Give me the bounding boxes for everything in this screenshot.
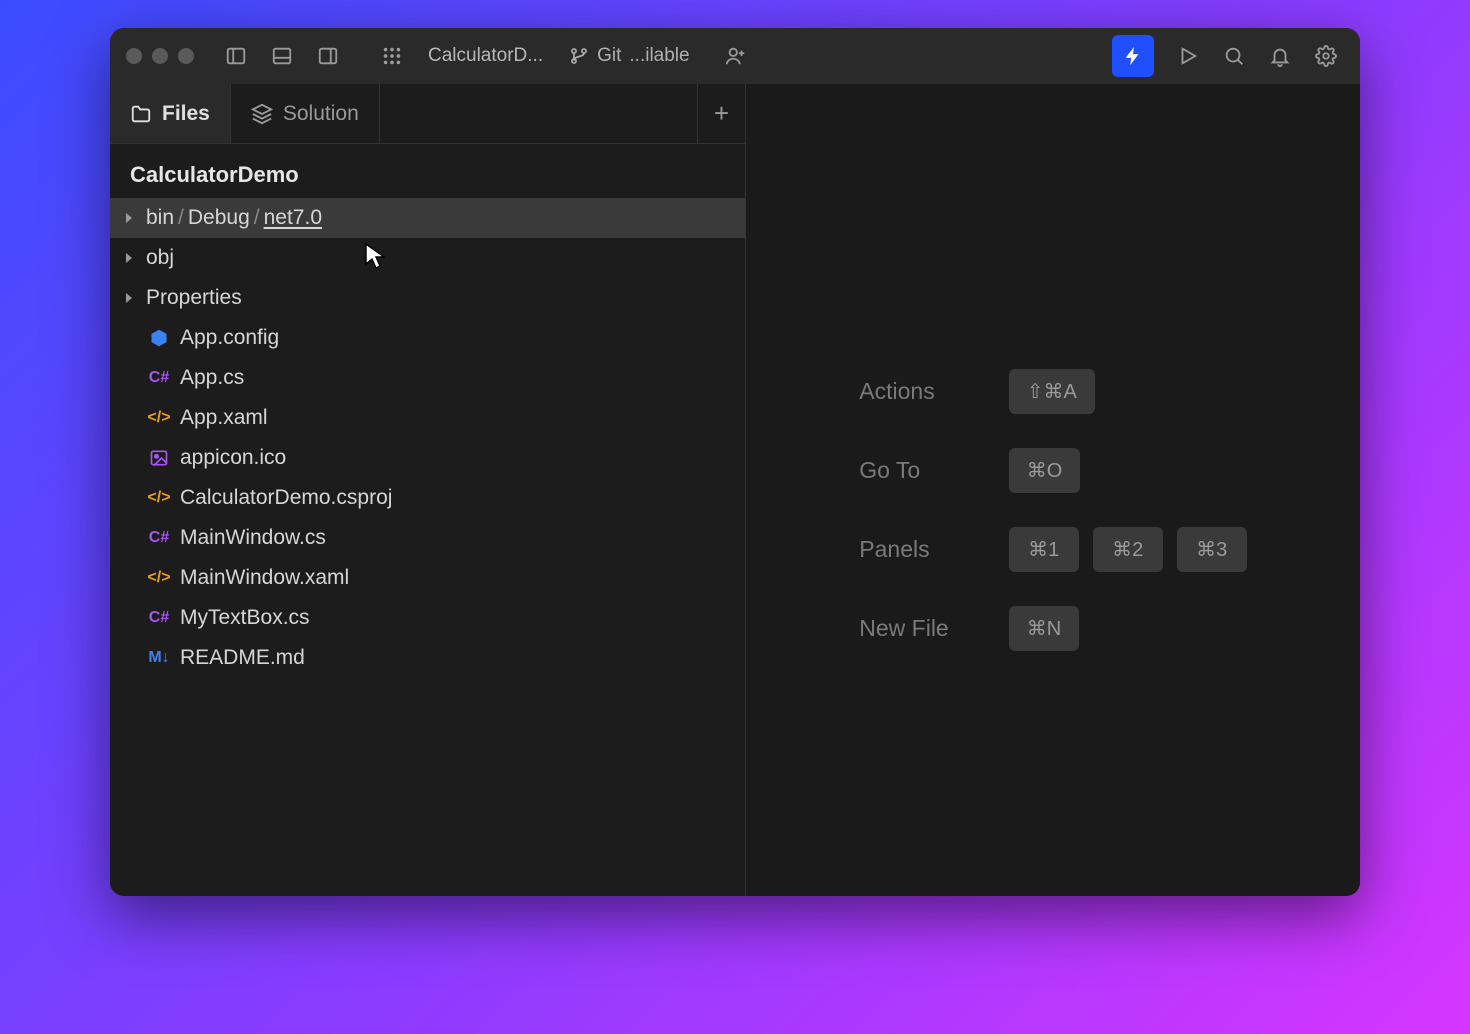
file-label: App.config: [180, 326, 279, 350]
sidebar: Files Solution + CalculatorDemo bin/Debu…: [110, 84, 746, 896]
tab-solution[interactable]: Solution: [231, 84, 380, 143]
shortcut-label: New File: [859, 615, 948, 642]
keyboard-shortcut-key: ⌘3: [1177, 527, 1247, 572]
search-icon[interactable]: [1216, 38, 1252, 74]
shortcut-keys: ⌘O: [1009, 448, 1247, 493]
markdown-file-icon: M↓: [146, 649, 172, 667]
panel-bottom-toggle[interactable]: [264, 38, 300, 74]
content-area: Files Solution + CalculatorDemo bin/Debu…: [110, 84, 1360, 896]
notifications-icon[interactable]: [1262, 38, 1298, 74]
tree-folder[interactable]: obj: [110, 238, 745, 278]
maximize-window-icon[interactable]: [178, 48, 194, 64]
project-name[interactable]: CalculatorDemo: [110, 150, 745, 198]
panel-right-toggle[interactable]: [310, 38, 346, 74]
settings-icon[interactable]: [1308, 38, 1344, 74]
xaml-file-icon: </>: [146, 409, 172, 427]
titlebar: CalculatorD... Git ...ilable: [110, 28, 1360, 84]
tree-file[interactable]: </> CalculatorDemo.csproj: [110, 478, 745, 518]
folder-label: obj: [146, 246, 174, 270]
chevron-right-icon[interactable]: [120, 252, 138, 264]
shortcut-label: Actions: [859, 378, 948, 405]
git-status: ...ilable: [629, 45, 689, 67]
csharp-file-icon: C#: [146, 609, 172, 627]
file-label: README.md: [180, 646, 305, 670]
editor-area: Actions ⇧⌘A Go To ⌘O Panels ⌘1 ⌘2 ⌘3 New File ⌘N: [746, 84, 1360, 896]
folder-label: Properties: [146, 286, 242, 310]
git-label: Git: [597, 45, 621, 67]
tree-file[interactable]: </> MainWindow.xaml: [110, 558, 745, 598]
tree-file[interactable]: </> App.xaml: [110, 398, 745, 438]
config-file-icon: [146, 328, 172, 348]
apps-grid-icon[interactable]: [374, 38, 410, 74]
sidebar-tabs: Files Solution +: [110, 84, 745, 144]
tab-files-label: Files: [162, 102, 210, 126]
panel-left-toggle[interactable]: [218, 38, 254, 74]
keyboard-shortcut-key: ⇧⌘A: [1009, 369, 1095, 414]
xaml-file-icon: </>: [146, 569, 172, 587]
shortcut-keys: ⇧⌘A: [1009, 369, 1247, 414]
app-window: CalculatorD... Git ...ilable: [110, 28, 1360, 896]
csharp-file-icon: C#: [146, 369, 172, 387]
tree-file[interactable]: appicon.ico: [110, 438, 745, 478]
tab-solution-label: Solution: [283, 102, 359, 126]
chevron-right-icon[interactable]: [120, 212, 138, 224]
file-tree: CalculatorDemo bin/Debug/net7.0 obj Proper…: [110, 144, 745, 896]
minimize-window-icon[interactable]: [152, 48, 168, 64]
tree-folder[interactable]: Properties: [110, 278, 745, 318]
add-user-icon[interactable]: [718, 38, 754, 74]
keyboard-shortcut-key: ⌘1: [1009, 527, 1079, 572]
xaml-file-icon: </>: [146, 489, 172, 507]
tree-file[interactable]: C# MyTextBox.cs: [110, 598, 745, 638]
keyboard-shortcut-key: ⌘N: [1009, 606, 1079, 651]
git-branch[interactable]: Git ...ilable: [569, 45, 689, 67]
file-label: appicon.ico: [180, 446, 286, 470]
file-label: CalculatorDemo.csproj: [180, 486, 392, 510]
image-file-icon: [146, 448, 172, 468]
tree-folder[interactable]: bin/Debug/net7.0: [110, 198, 745, 238]
keyboard-shortcut-key: ⌘2: [1093, 527, 1163, 572]
tree-file[interactable]: M↓ README.md: [110, 638, 745, 678]
run-icon[interactable]: [1170, 38, 1206, 74]
keyboard-shortcut-key: ⌘O: [1009, 448, 1081, 493]
tree-file[interactable]: App.config: [110, 318, 745, 358]
csharp-file-icon: C#: [146, 529, 172, 547]
file-label: MainWindow.xaml: [180, 566, 349, 590]
tree-file[interactable]: C# MainWindow.cs: [110, 518, 745, 558]
shortcut-label: Panels: [859, 536, 948, 563]
add-tab-button[interactable]: +: [697, 84, 745, 143]
file-label: MainWindow.cs: [180, 526, 326, 550]
folder-path: bin/Debug/net7.0: [146, 206, 322, 230]
shortcut-hints: Actions ⇧⌘A Go To ⌘O Panels ⌘1 ⌘2 ⌘3 New File ⌘N: [859, 369, 1246, 651]
shortcut-keys: ⌘1 ⌘2 ⌘3: [1009, 527, 1247, 572]
shortcut-label: Go To: [859, 457, 948, 484]
window-traffic-lights: [126, 48, 194, 64]
tab-files[interactable]: Files: [110, 84, 231, 143]
project-title[interactable]: CalculatorD...: [428, 45, 543, 67]
chevron-right-icon[interactable]: [120, 292, 138, 304]
close-window-icon[interactable]: [126, 48, 142, 64]
file-label: App.cs: [180, 366, 244, 390]
tree-file[interactable]: C# App.cs: [110, 358, 745, 398]
file-label: App.xaml: [180, 406, 268, 430]
shortcut-keys: ⌘N: [1009, 606, 1247, 651]
lightning-icon[interactable]: [1112, 35, 1154, 77]
file-label: MyTextBox.cs: [180, 606, 310, 630]
